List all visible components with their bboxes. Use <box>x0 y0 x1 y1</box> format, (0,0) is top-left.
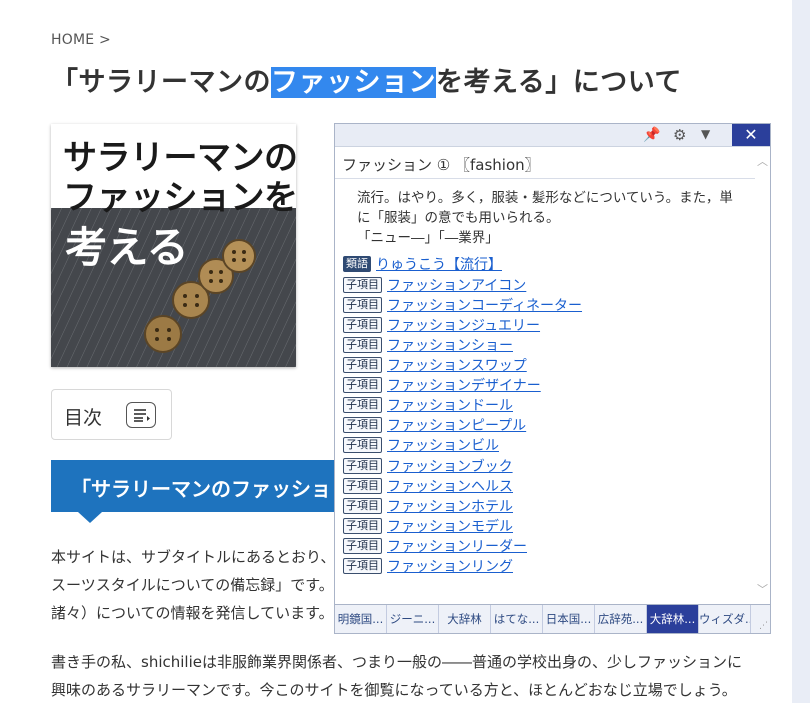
definition-line: に「服装」の意でも用いられる。 <box>357 210 560 226</box>
section-heading: 「サラリーマンのファッショ <box>51 460 351 512</box>
definition-line: 「ニュー―」「―業界」 <box>357 230 499 246</box>
section-heading-text: 「サラリーマンのファッショ <box>71 477 331 501</box>
sub-entry-link[interactable]: ファッションブック <box>387 459 513 475</box>
paragraph-line: 諸々）についての情報を発信しています。 <box>51 604 334 622</box>
section-heading-pointer <box>78 512 102 523</box>
paragraph-line: スーツスタイルについての備忘録」です。 <box>51 576 334 594</box>
sub-entry: 子項目 ファッションコーディネーター <box>343 294 582 314</box>
chevron-down-icon[interactable]: ▼ <box>701 127 710 141</box>
sub-entry-tag: 子項目 <box>343 497 382 514</box>
breadcrumb-separator: > <box>98 32 111 48</box>
popup-scrollbar[interactable]: ︿ ﹀ <box>755 147 770 604</box>
scroll-down-icon[interactable]: ﹀ <box>757 581 768 597</box>
dictionary-tab[interactable]: 広辞苑... <box>595 605 647 633</box>
dictionary-tab[interactable]: 明鏡国... <box>335 605 387 633</box>
dictionary-tab[interactable]: 日本国... <box>543 605 595 633</box>
sub-entry-link[interactable]: ファッションアイコン <box>387 278 526 294</box>
sub-entry: 子項目 ファッションモデル <box>343 515 513 535</box>
sub-entry-link[interactable]: ファッションホテル <box>387 499 513 515</box>
pin-icon[interactable]: 📌 <box>643 127 660 143</box>
sub-entry: 子項目 ファッションビル <box>343 434 499 454</box>
dictionary-tab[interactable]: 大辞林 <box>439 605 491 633</box>
dictionary-tab[interactable]: ウィズダ... <box>699 605 751 633</box>
list-icon <box>134 409 150 422</box>
sub-entry: 子項目 ファッションリーダー <box>343 535 527 555</box>
sub-entry: 子項目 ファッションホテル <box>343 495 513 515</box>
sub-entry: 子項目 ファッションピープル <box>343 414 526 434</box>
synonym-entry: 類語 りゅうこう【流行】 <box>343 253 502 273</box>
resize-grip-icon[interactable]: ⋰ <box>759 621 769 631</box>
sub-entry-link[interactable]: ファッションコーディネーター <box>387 298 582 314</box>
sub-entry-tag: 子項目 <box>343 276 382 293</box>
thumbnail-text-line3: 考える <box>65 223 189 272</box>
sub-entry-link[interactable]: ファッションショー <box>387 338 513 354</box>
sub-entry-link[interactable]: ファッションジュエリー <box>387 318 540 334</box>
sub-entry-tag: 子項目 <box>343 336 382 353</box>
sub-entry-link[interactable]: ファッションビル <box>387 438 499 454</box>
sub-entry-link[interactable]: ファッションデザイナー <box>387 378 541 394</box>
popup-content: 流行。はやり。多く，服装・髪形などについていう。また，単 に「服装」の意でも用い… <box>335 180 755 604</box>
sub-entry-link[interactable]: ファッションモデル <box>387 519 513 535</box>
sub-entry-tag: 子項目 <box>343 477 382 494</box>
sub-entry: 子項目 ファッションスワップ <box>343 354 527 374</box>
paragraph-line: 書き手の私、shichilieは非服飾業界関係者、つまり一般の――普通の学校出身… <box>51 653 742 671</box>
sub-entry: 子項目 ファッションドール <box>343 394 513 414</box>
sub-entry: 子項目 ファッションショー <box>343 334 513 354</box>
dictionary-tab[interactable]: はてな... <box>491 605 543 633</box>
page-title: 「サラリーマンのファッションを考える」について <box>51 60 682 99</box>
sub-entry: 子項目 ファッションヘルス <box>343 475 513 495</box>
paragraph-line: 興味のあるサラリーマンです。今このサイトを御覧になっている方と、ほとんどおなじ立… <box>51 681 737 699</box>
paragraph-line: 本サイトは、サブタイトルにあるとおり、 <box>51 548 336 566</box>
dictionary-popup: 📌 ⚙ ▼ ✕ ファッション ① 〖fashion〗 流行。はやり。多く，服装・… <box>334 123 771 634</box>
sub-entry-link[interactable]: ファッションピープル <box>387 418 526 434</box>
thumbnail-text-line2: ファッションを <box>63 178 296 218</box>
sub-entry-tag: 子項目 <box>343 537 382 554</box>
sub-entry: 子項目 ファッションリング <box>343 555 513 575</box>
toc-toggle-button[interactable] <box>126 402 156 428</box>
sub-entry-link[interactable]: ファッションヘルス <box>387 479 513 495</box>
breadcrumb: HOME > <box>51 32 111 48</box>
sub-entry: 子項目 ファッションブック <box>343 455 513 475</box>
sub-entry-link[interactable]: ファッションリーダー <box>387 539 527 555</box>
sub-entry-tag: 子項目 <box>343 416 382 433</box>
sub-entry-tag: 子項目 <box>343 557 382 574</box>
dictionary-tab-active[interactable]: 大辞林... <box>647 605 699 633</box>
sub-entry-tag: 子項目 <box>343 376 382 393</box>
sub-entry-tag: 子項目 <box>343 517 382 534</box>
definition-line: 流行。はやり。多く，服装・髪形などについていう。また，単 <box>357 190 733 206</box>
sub-entry-link[interactable]: ファッションスワップ <box>387 358 527 374</box>
synonym-tag: 類語 <box>343 255 371 272</box>
sub-entry-tag: 子項目 <box>343 457 382 474</box>
article-thumbnail: サラリーマンの ファッションを 考える <box>51 124 296 367</box>
dictionary-tabs: 明鏡国... ジーニ... 大辞林 はてな... 日本国... 広辞苑... 大… <box>335 604 770 633</box>
title-selected-text[interactable]: ファッション <box>271 67 436 98</box>
table-of-contents: 目次 <box>51 389 172 440</box>
sub-entry: 子項目 ファッションデザイナー <box>343 374 541 394</box>
sub-entry-tag: 子項目 <box>343 356 382 373</box>
scroll-up-icon[interactable]: ︿ <box>757 153 768 169</box>
sub-entry-tag: 子項目 <box>343 396 382 413</box>
sub-entry-tag: 子項目 <box>343 316 382 333</box>
sub-entry: 子項目 ファッションジュエリー <box>343 314 540 334</box>
title-text-after: を考える」について <box>436 67 682 98</box>
sub-entry: 子項目 ファッションアイコン <box>343 274 526 294</box>
synonym-link[interactable]: りゅうこう【流行】 <box>376 257 502 273</box>
breadcrumb-home-link[interactable]: HOME <box>51 32 94 48</box>
headword-text: ファッション ① 〖fashion〗 <box>342 156 540 174</box>
close-button[interactable]: ✕ <box>732 124 770 146</box>
gear-icon[interactable]: ⚙ <box>673 126 686 144</box>
sub-entry-link[interactable]: ファッションリング <box>387 559 513 575</box>
sub-entry-tag: 子項目 <box>343 296 382 313</box>
page-scroll-track <box>792 0 810 703</box>
sub-entry-link[interactable]: ファッションドール <box>387 398 513 414</box>
toc-label: 目次 <box>64 407 103 429</box>
popup-headword: ファッション ① 〖fashion〗 <box>335 147 755 179</box>
sub-entry-tag: 子項目 <box>343 436 382 453</box>
title-text-before: 「サラリーマンの <box>51 67 271 98</box>
dictionary-tab[interactable]: ジーニ... <box>387 605 439 633</box>
popup-toolbar: 📌 ⚙ ▼ ✕ <box>335 124 770 147</box>
